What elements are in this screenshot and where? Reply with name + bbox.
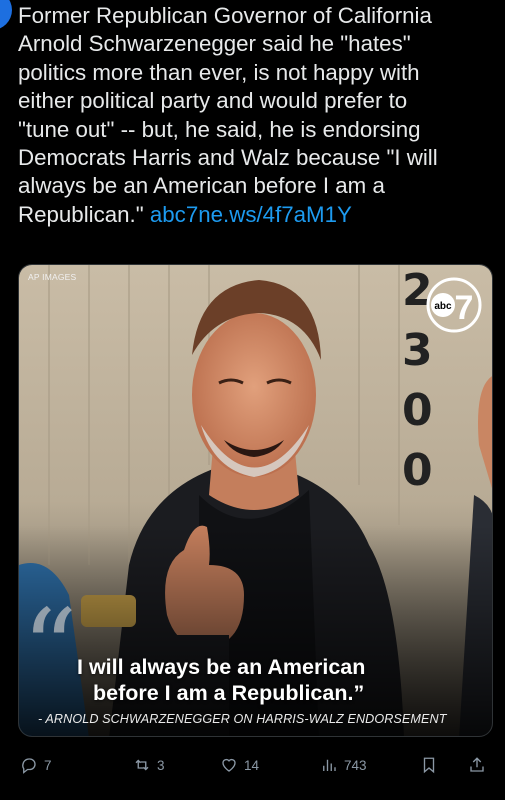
- avatar[interactable]: [0, 0, 12, 30]
- share-button[interactable]: [468, 756, 486, 774]
- reply-button[interactable]: 7: [20, 756, 52, 774]
- reply-count: 7: [44, 757, 52, 773]
- repost-count: 3: [157, 757, 165, 773]
- reply-icon: [22, 758, 36, 774]
- tweet-body: Former Republican Governor of California…: [18, 3, 438, 227]
- share-icon: [470, 757, 484, 772]
- tweet-text: Former Republican Governor of California…: [18, 2, 493, 229]
- quote-mark-icon: “: [22, 587, 78, 712]
- tweet-action-bar: 7 3 14 743: [0, 748, 505, 788]
- repost-icon: [135, 759, 149, 771]
- bookmark-icon: [423, 757, 435, 774]
- views-count: 743: [344, 757, 367, 773]
- like-count: 14: [244, 757, 260, 773]
- photo-credit: AP IMAGES: [28, 272, 77, 282]
- repost-button[interactable]: 3: [133, 756, 165, 774]
- views-chart-icon: [323, 759, 336, 771]
- bookmark-button[interactable]: [420, 756, 438, 774]
- quote-line-1: I will always be an American: [77, 655, 366, 679]
- quote-attribution: - ARNOLD SCHWARZENEGGER ON HARRIS-WALZ E…: [38, 712, 447, 726]
- views-button[interactable]: 743: [320, 756, 367, 774]
- tweet-link[interactable]: abc7ne.ws/4f7aM1Y: [150, 202, 352, 227]
- svg-text:7: 7: [455, 289, 474, 327]
- heart-icon: [222, 758, 236, 772]
- svg-text:abc: abc: [434, 301, 452, 312]
- like-button[interactable]: 14: [220, 756, 259, 774]
- quote-line-2: before I am a Republican.”: [93, 681, 365, 705]
- abc7-logo-icon: abc 7: [426, 277, 482, 333]
